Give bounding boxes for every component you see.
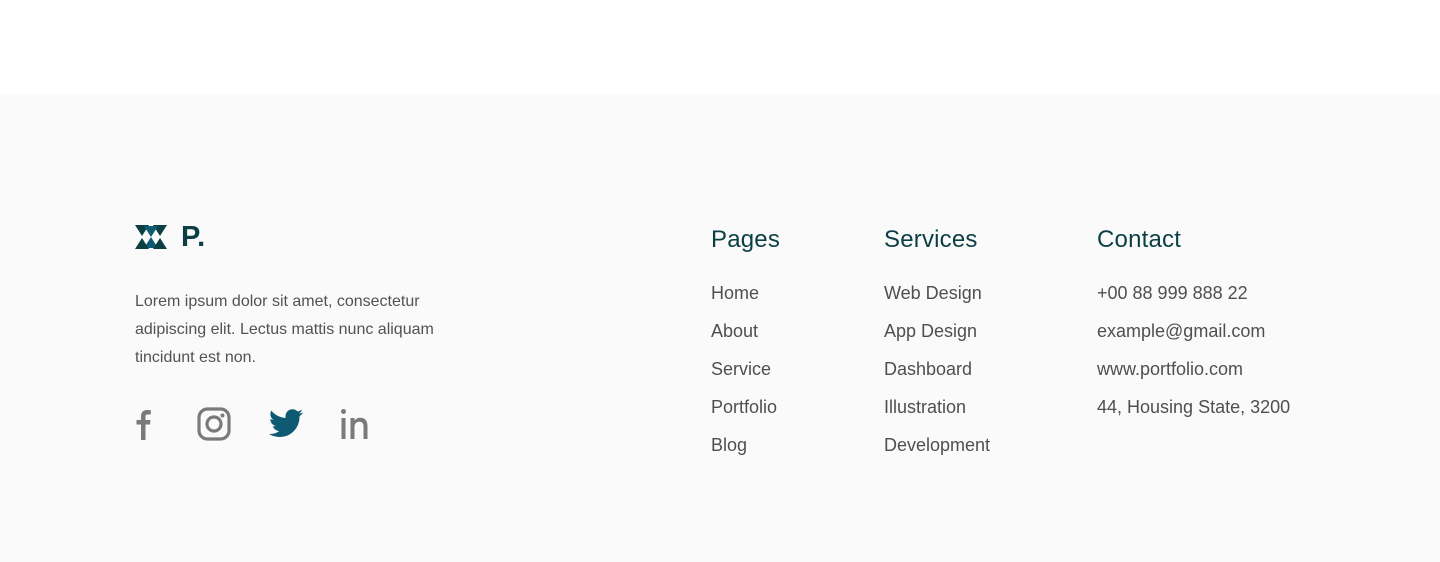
logo-text: P. — [181, 221, 206, 253]
pages-item-blog[interactable]: Blog — [711, 434, 780, 472]
services-item-web-design[interactable]: Web Design — [884, 282, 990, 320]
site-footer: P. Lorem ipsum dolor sit amet, consectet… — [0, 94, 1440, 562]
contact-column: Contact +00 88 999 888 22 example@gmail.… — [1097, 226, 1290, 434]
social-links — [135, 406, 372, 442]
contact-heading: Contact — [1097, 226, 1182, 253]
contact-phone[interactable]: +00 88 999 888 22 — [1097, 282, 1290, 320]
footer-description: Lorem ipsum dolor sit amet, consectetur … — [135, 293, 434, 366]
linkedin-icon[interactable] — [340, 406, 372, 442]
top-blank-area — [0, 0, 1440, 94]
twitter-icon[interactable] — [268, 406, 304, 442]
services-heading: Services — [884, 226, 978, 253]
services-item-app-design[interactable]: App Design — [884, 320, 990, 358]
contact-email[interactable]: example@gmail.com — [1097, 320, 1290, 358]
services-list: Web Design App Design Dashboard Illustra… — [884, 282, 990, 472]
instagram-icon[interactable] — [196, 406, 232, 442]
contact-address: 44, Housing State, 3200 — [1097, 397, 1291, 417]
triangle-mark-icon — [135, 225, 167, 249]
services-item-illustration[interactable]: Illustration — [884, 396, 990, 434]
pages-column: Pages Home About Service Portfolio Blog — [711, 226, 780, 472]
contact-website[interactable]: www.portfolio.com — [1097, 358, 1290, 396]
pages-item-about[interactable]: About — [711, 320, 780, 358]
pages-list: Home About Service Portfolio Blog — [711, 282, 780, 472]
facebook-icon[interactable] — [135, 406, 153, 442]
services-column: Services Web Design App Design Dashboard… — [884, 226, 990, 472]
pages-item-service[interactable]: Service — [711, 358, 780, 396]
pages-heading: Pages — [711, 226, 781, 253]
services-item-dashboard[interactable]: Dashboard — [884, 358, 990, 396]
services-item-development[interactable]: Development — [884, 434, 990, 472]
contact-list: +00 88 999 888 22 example@gmail.com www.… — [1097, 282, 1290, 434]
pages-item-home[interactable]: Home — [711, 282, 780, 320]
pages-item-portfolio[interactable]: Portfolio — [711, 396, 780, 434]
logo[interactable]: P. — [135, 222, 475, 252]
footer-brand: P. Lorem ipsum dolor sit amet, consectet… — [135, 222, 475, 372]
